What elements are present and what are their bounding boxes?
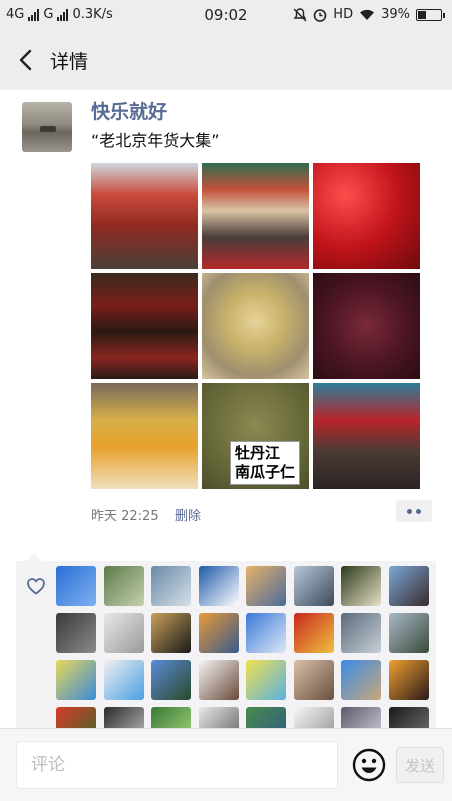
liker-avatar[interactable]: [341, 566, 381, 606]
comment-input-wrapper: [16, 741, 338, 789]
emoji-icon[interactable]: [352, 748, 386, 782]
comment-bar: 发送: [0, 728, 452, 801]
post-text: “老北京年货大集”: [91, 131, 220, 150]
liker-avatar[interactable]: [341, 613, 381, 653]
liker-avatar[interactable]: [56, 566, 96, 606]
heart-icon: [27, 578, 45, 595]
liker-avatar[interactable]: [103, 566, 144, 606]
post-photo[interactable]: [91, 163, 198, 269]
status-bar: 4G G 0.3K/s 09:02 HD 39%: [0, 0, 452, 30]
liker-avatar[interactable]: [198, 613, 239, 653]
post-photo[interactable]: 牡丹江 南瓜子仁: [202, 383, 309, 489]
liker-avatar[interactable]: [198, 660, 239, 700]
post-photo[interactable]: [313, 273, 420, 379]
liker-avatar[interactable]: [293, 566, 334, 606]
liker-avatar[interactable]: [151, 660, 191, 700]
send-button[interactable]: 发送: [396, 747, 444, 783]
liker-avatar[interactable]: [246, 660, 286, 700]
liker-avatar[interactable]: [56, 660, 96, 700]
post-username[interactable]: 快乐就好: [91, 97, 167, 124]
liker-avatar[interactable]: [246, 566, 286, 606]
photo-sign-text: 牡丹江 南瓜子仁: [230, 441, 301, 485]
sign-line: 南瓜子仁: [235, 463, 296, 481]
post-time: 昨天 22:25: [91, 509, 159, 524]
likes-panel: [16, 561, 436, 747]
comment-input[interactable]: [17, 742, 337, 788]
liker-avatar[interactable]: [151, 566, 191, 606]
post-photo[interactable]: [202, 273, 309, 379]
mute-icon: [293, 7, 307, 21]
post-photo[interactable]: [202, 163, 309, 269]
user-avatar[interactable]: [22, 102, 72, 152]
photo-grid: 牡丹江 南瓜子仁: [91, 163, 421, 489]
sign-line: 牡丹江: [235, 444, 281, 462]
hd-indicator: HD: [333, 7, 354, 22]
delete-link[interactable]: 删除: [175, 505, 201, 524]
liker-avatar[interactable]: [103, 660, 144, 700]
post-photo[interactable]: [313, 383, 420, 489]
liker-avatar[interactable]: [198, 566, 239, 606]
liker-avatar[interactable]: [388, 613, 429, 653]
liker-avatar[interactable]: [103, 613, 144, 653]
liker-avatar[interactable]: [293, 660, 334, 700]
battery-icon: [416, 8, 445, 21]
alarm-icon: [313, 8, 327, 22]
liker-avatar[interactable]: [293, 613, 334, 653]
liker-avatar[interactable]: [341, 660, 381, 700]
liker-avatar[interactable]: [388, 660, 429, 700]
battery-percent: 39%: [381, 7, 410, 22]
wifi-icon: [360, 9, 375, 20]
more-options-button[interactable]: [396, 500, 432, 522]
post-photo[interactable]: [91, 273, 198, 379]
liker-avatar[interactable]: [151, 613, 191, 653]
post-photo[interactable]: [91, 383, 198, 489]
nav-header: 详情: [0, 30, 452, 90]
post-photo[interactable]: [313, 163, 420, 269]
dot-icon: [407, 508, 412, 514]
page-title: 详情: [50, 51, 89, 73]
liker-avatar[interactable]: [56, 613, 96, 653]
liker-avatar[interactable]: [246, 613, 286, 653]
dot-icon: [416, 508, 421, 514]
back-arrow-icon[interactable]: [16, 48, 36, 72]
liker-avatar[interactable]: [388, 566, 429, 606]
likes-pointer: [26, 553, 42, 561]
